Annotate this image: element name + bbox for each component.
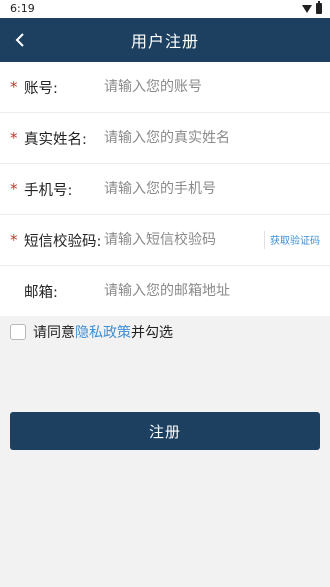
sms-code-label: 短信校验码: [24, 233, 102, 250]
sms-code-input[interactable] [104, 225, 260, 255]
required-mark: * [10, 129, 18, 147]
phone-row: * 手机号: [0, 164, 330, 215]
real-name-input[interactable] [104, 123, 320, 153]
app-bar: 用户注册 [0, 18, 330, 62]
account-label: 账号: [24, 80, 58, 97]
phone-input[interactable] [104, 174, 320, 204]
account-row: * 账号: [0, 62, 330, 113]
register-button[interactable]: 注册 [10, 412, 320, 450]
agreement-checkbox[interactable] [10, 324, 26, 340]
agreement-prefix: 请同意 [33, 325, 75, 341]
divider [264, 231, 265, 249]
email-input[interactable] [104, 276, 320, 306]
privacy-policy-link[interactable]: 隐私政策 [75, 322, 131, 342]
real-name-label: 真实姓名: [24, 131, 87, 148]
real-name-row: * 真实姓名: [0, 113, 330, 164]
wifi-icon [302, 4, 312, 13]
required-mark: * [10, 231, 18, 249]
status-time: 6:19 [10, 2, 35, 15]
status-icons [302, 1, 322, 14]
phone-label: 手机号: [24, 182, 73, 199]
required-mark: * [10, 180, 18, 198]
battery-icon [316, 1, 322, 14]
account-input[interactable] [104, 72, 320, 102]
agreement-row: 请同意 隐私政策 并勾选 [10, 322, 173, 342]
chevron-left-icon [15, 33, 24, 47]
agreement-suffix: 并勾选 [131, 325, 173, 341]
get-code-button[interactable]: 获取验证码 [270, 232, 320, 247]
sms-code-row: * 短信校验码: 获取验证码 [0, 215, 330, 266]
required-mark: * [10, 78, 18, 96]
status-bar: 6:19 [0, 0, 330, 18]
back-button[interactable] [0, 18, 40, 62]
email-row: 邮箱: [0, 266, 330, 316]
page-title: 用户注册 [130, 32, 199, 51]
email-label: 邮箱: [24, 284, 58, 301]
register-form: * 账号: * 真实姓名: * 手机号: * 短信校验码: 获取验证码 邮箱: [0, 62, 330, 316]
